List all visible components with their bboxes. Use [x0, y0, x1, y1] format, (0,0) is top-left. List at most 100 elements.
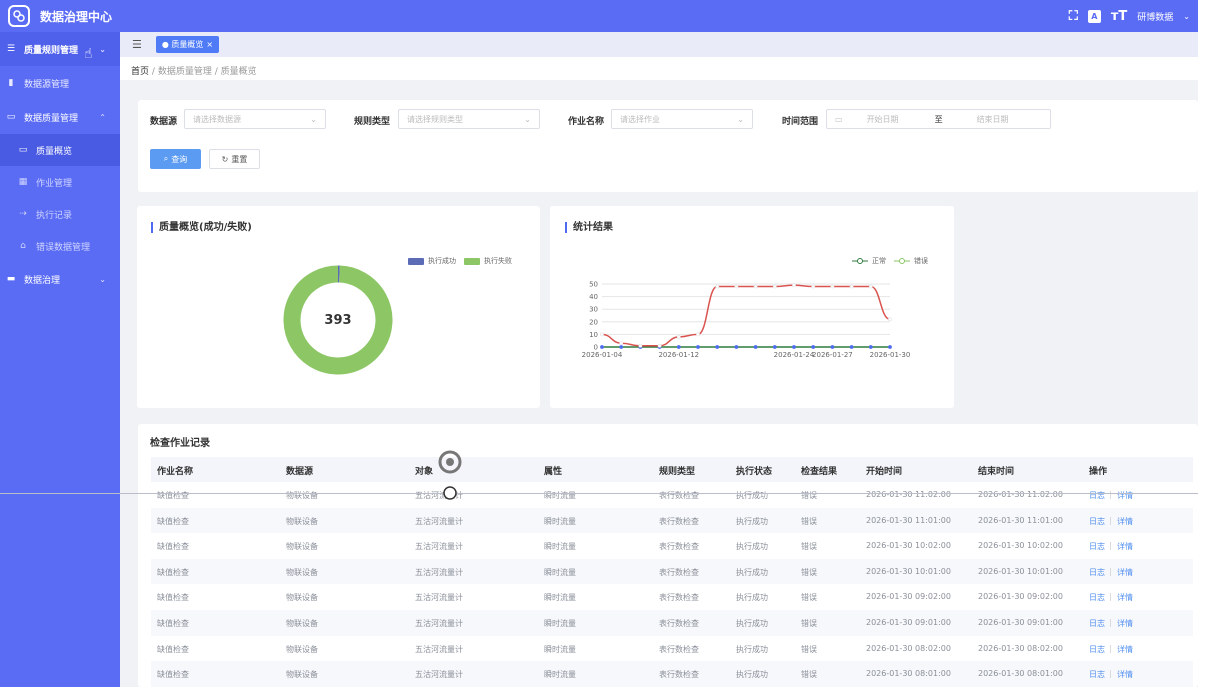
data-point[interactable] [753, 284, 758, 289]
column-header[interactable]: 对象 [415, 464, 433, 477]
data-point[interactable] [676, 335, 681, 339]
table-cell: 瞬时流量 [544, 516, 576, 526]
user-menu[interactable]: 研博数据 [1137, 10, 1173, 23]
data-point[interactable] [849, 284, 854, 289]
log-link[interactable]: 日志 [1089, 490, 1105, 501]
chevron-down-icon[interactable]: ⌄ [1183, 12, 1190, 21]
date-range-picker[interactable]: ▭ 开始日期 至 结束日期 [826, 109, 1051, 129]
sidebar-item-governance[interactable]: ▬ 数据治理 ⌄ [0, 262, 120, 296]
data-point[interactable] [600, 345, 604, 349]
column-header[interactable]: 数据源 [286, 464, 313, 477]
translate-icon[interactable]: A [1087, 9, 1101, 23]
column-header[interactable]: 执行状态 [736, 464, 772, 477]
data-point[interactable] [753, 345, 758, 349]
breadcrumb-home[interactable]: 首页 [131, 67, 149, 77]
data-point[interactable] [696, 332, 700, 337]
close-icon[interactable]: × [206, 40, 213, 49]
data-point[interactable] [849, 345, 854, 349]
breadcrumb-level1[interactable]: 数据质量管理 [158, 67, 212, 77]
legend-success-label[interactable]: 执行成功 [428, 256, 456, 266]
data-point[interactable] [734, 345, 739, 349]
sidebar-item-datasource[interactable]: ▮ 数据源管理 [0, 66, 120, 100]
search-icon: ⌕ [163, 154, 169, 163]
reset-button[interactable]: ↻ 重置 [209, 149, 260, 169]
bar-chart-icon: ▮ [8, 78, 14, 88]
log-link[interactable]: 日志 [1089, 618, 1105, 629]
fullscreen-icon[interactable]: ⛶ [1069, 9, 1078, 24]
series-line-error[interactable] [601, 284, 891, 347]
home-icon: ⌂ [20, 241, 26, 251]
log-link[interactable]: 日志 [1089, 669, 1105, 680]
y-tick-label: 50 [589, 281, 598, 289]
detail-link[interactable]: 详情 [1117, 516, 1133, 527]
tab-quality-overview[interactable]: ● 质量概览 × [155, 36, 220, 53]
query-button[interactable]: ⌕ 查询 [150, 149, 201, 169]
sidebar-item-quality-mgmt[interactable]: ▭ 数据质量管理 ⌃ [0, 100, 120, 134]
table-cell: 2026-01-30 09:02:00 [978, 592, 1063, 602]
column-header[interactable]: 属性 [544, 464, 562, 477]
data-point[interactable] [888, 317, 892, 322]
data-point[interactable] [600, 332, 604, 337]
column-header[interactable]: 规则类型 [659, 464, 695, 477]
data-point[interactable] [715, 284, 720, 289]
data-point[interactable] [638, 343, 643, 348]
data-point[interactable] [715, 345, 720, 349]
table-cell: 2026-01-30 09:01:00 [978, 618, 1063, 627]
data-point[interactable] [619, 341, 624, 346]
ruletype-select[interactable]: 请选择规则类型 ⌄ [398, 109, 540, 129]
tab-label: ● 质量概览 [161, 40, 204, 49]
data-point[interactable] [619, 345, 624, 349]
column-header[interactable]: 操作 [1089, 464, 1107, 477]
column-header[interactable]: 作业名称 [157, 464, 193, 477]
data-point[interactable] [792, 283, 796, 288]
detail-link[interactable]: 详情 [1117, 669, 1133, 680]
column-header[interactable]: 检查结果 [801, 464, 837, 477]
sidebar-item-rule-mgmt[interactable]: ☰ 质量规则管理 ⌄ [0, 32, 120, 66]
legend-error-label[interactable]: 错误 [914, 256, 928, 266]
data-point[interactable] [657, 343, 662, 348]
data-point[interactable] [830, 345, 835, 349]
detail-link[interactable]: 详情 [1117, 618, 1133, 629]
sidebar-item-quality-overview[interactable]: ▭ 质量概览 [0, 134, 120, 166]
font-size-icon[interactable]: тT [1111, 9, 1127, 24]
log-link[interactable]: 日志 [1089, 567, 1105, 578]
data-point[interactable] [811, 284, 816, 289]
data-point[interactable] [772, 345, 777, 349]
log-link[interactable]: 日志 [1089, 516, 1105, 527]
sidebar-item-error-data[interactable]: ⌂ 错误数据管理 [0, 230, 120, 262]
logo-icon [8, 5, 30, 27]
data-point[interactable] [734, 284, 739, 289]
data-point[interactable] [772, 284, 777, 289]
table-cell: 执行成功 [736, 644, 768, 654]
collapse-menu-icon[interactable]: ☰ [132, 38, 142, 51]
x-tick-label: 2026-01-24 [774, 351, 815, 359]
data-point[interactable] [792, 345, 796, 349]
log-link[interactable]: 日志 [1089, 592, 1105, 603]
data-point[interactable] [696, 345, 700, 349]
log-link[interactable]: 日志 [1089, 644, 1105, 655]
legend-fail-label[interactable]: 执行失败 [484, 256, 512, 266]
detail-link[interactable]: 详情 [1117, 541, 1133, 552]
column-header[interactable]: 开始时间 [866, 464, 902, 477]
detail-link[interactable]: 详情 [1117, 567, 1133, 578]
data-point[interactable] [868, 284, 873, 289]
table-cell: 缺值检查 [157, 542, 189, 552]
detail-link[interactable]: 详情 [1117, 644, 1133, 655]
legend-normal-label[interactable]: 正常 [872, 256, 886, 266]
datasource-select[interactable]: 请选择数据源 ⌄ [184, 109, 326, 129]
data-point[interactable] [830, 284, 835, 289]
job-select[interactable]: 请选择作业 ⌄ [611, 109, 753, 129]
column-header[interactable]: 结束时间 [978, 464, 1014, 477]
data-point[interactable] [868, 345, 873, 349]
detail-link[interactable]: 详情 [1117, 490, 1133, 501]
log-link[interactable]: 日志 [1089, 541, 1105, 552]
app-logo[interactable]: 数据治理中心 [8, 5, 112, 27]
detail-link[interactable]: 详情 [1117, 592, 1133, 603]
table-cell: 错误 [801, 567, 817, 577]
sidebar-item-exec-record[interactable]: ⇢ 执行记录 [0, 198, 120, 230]
data-point[interactable] [888, 345, 892, 349]
data-point[interactable] [811, 345, 816, 349]
data-point[interactable] [676, 345, 681, 349]
table-cell: 表行数检查 [659, 644, 699, 654]
sidebar-item-job-mgmt[interactable]: ▦ 作业管理 [0, 166, 120, 198]
